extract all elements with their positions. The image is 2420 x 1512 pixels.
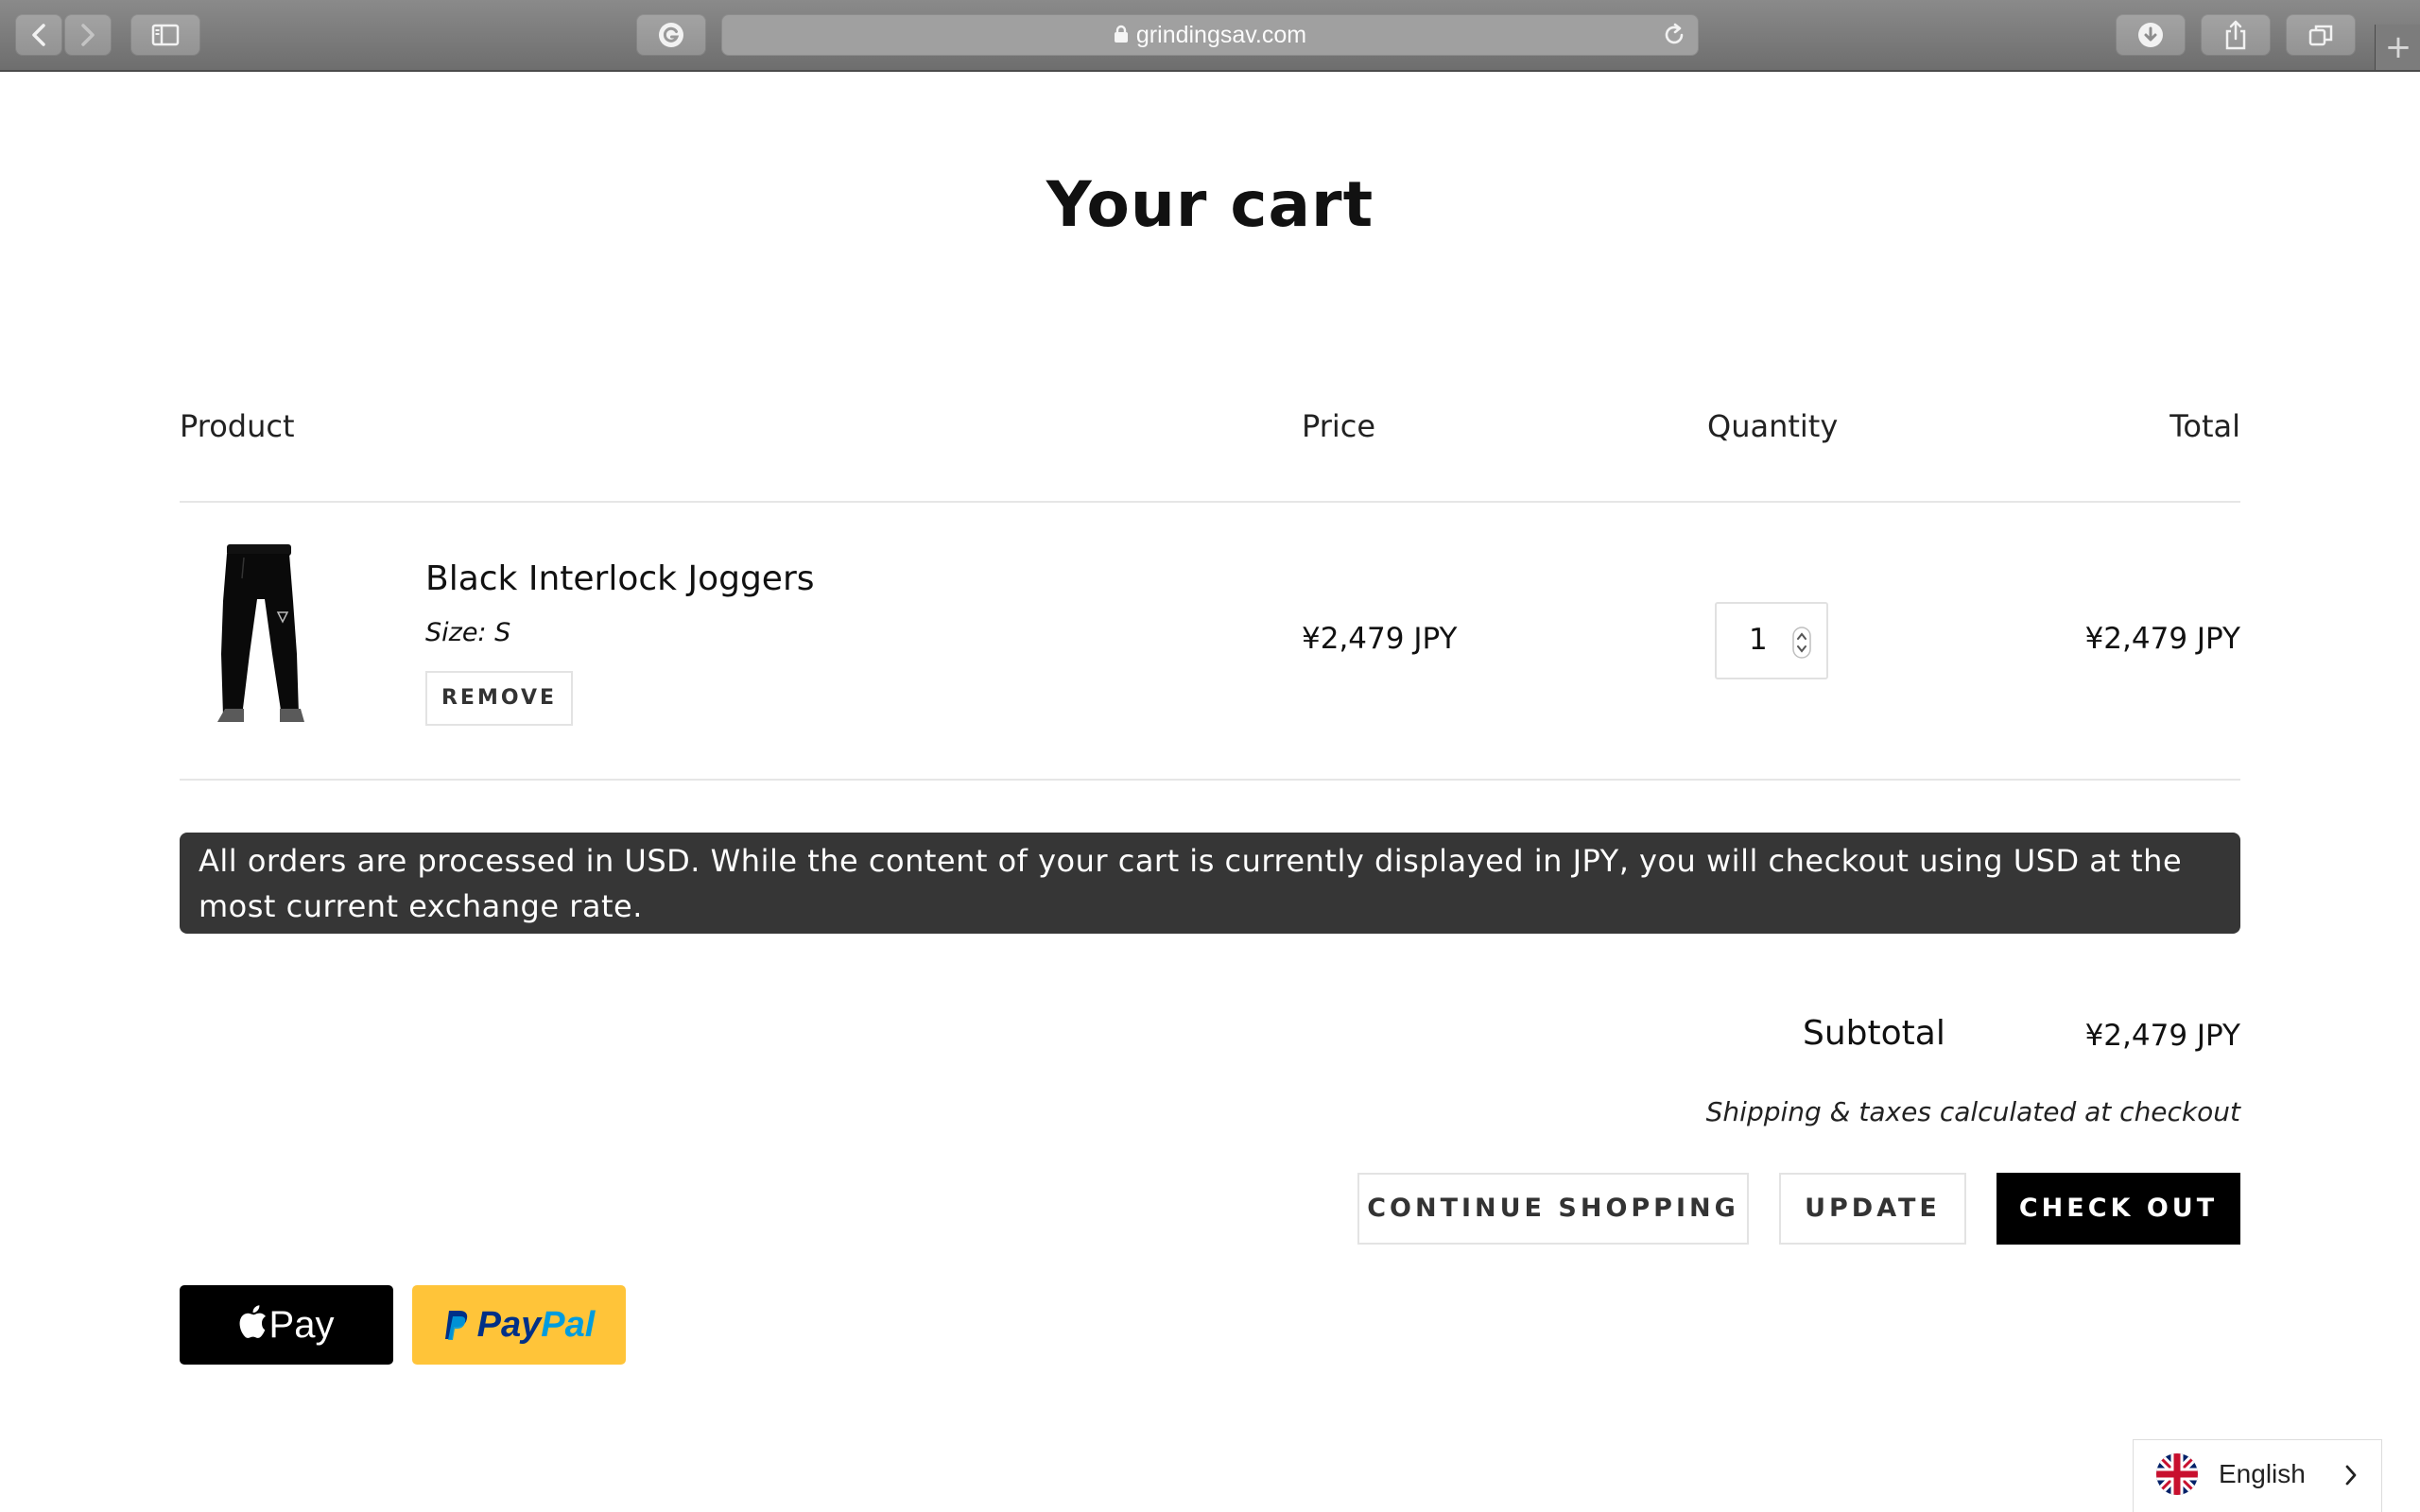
chevron-left-icon — [32, 24, 45, 46]
apple-pay-button[interactable]: Pay — [180, 1285, 393, 1365]
reload-icon[interactable] — [1661, 22, 1687, 48]
lock-icon — [1114, 25, 1128, 43]
column-header-total: Total — [2169, 408, 2240, 444]
paypal-logo-icon — [444, 1311, 467, 1340]
share-icon — [2225, 20, 2246, 50]
paypal-word-pay: Pay — [476, 1304, 542, 1345]
language-label: English — [2219, 1459, 2306, 1488]
quantity-value[interactable]: 1 — [1749, 623, 1768, 657]
item-total: ¥2,479 JPY — [2084, 622, 2240, 656]
column-header-price: Price — [1302, 408, 1376, 444]
back-button[interactable] — [15, 14, 62, 56]
grammarly-extension-button[interactable] — [636, 14, 706, 56]
subtotal-label: Subtotal — [1803, 1014, 1945, 1053]
language-selector[interactable]: English — [2133, 1439, 2382, 1512]
update-button[interactable]: UPDATE — [1779, 1173, 1966, 1245]
chevron-right-icon — [81, 24, 95, 46]
paypal-word-pal: Pal — [541, 1304, 596, 1345]
item-price: ¥2,479 JPY — [1302, 622, 1458, 656]
page-title: Your cart — [1046, 168, 1374, 241]
url-text: grindingsav.com — [1135, 22, 1307, 48]
paypal-wordmark: PayPal — [477, 1305, 596, 1346]
quantity-stepper[interactable]: 1 — [1715, 602, 1828, 679]
sidebar-icon — [151, 24, 180, 46]
currency-notice: All orders are processed in USD. While t… — [180, 833, 2240, 934]
uk-flag-icon — [2156, 1453, 2198, 1495]
product-name-link[interactable]: Black Interlock Joggers — [425, 559, 815, 598]
downloads-button[interactable] — [2116, 14, 2186, 56]
checkout-button[interactable]: CHECK OUT — [1996, 1173, 2240, 1245]
apple-pay-label: Pay — [268, 1303, 335, 1346]
sidebar-toggle-button[interactable] — [130, 14, 200, 56]
plus-icon: + — [2384, 28, 2412, 66]
table-divider-top — [180, 501, 2240, 503]
column-header-product: Product — [180, 408, 295, 444]
download-icon — [2138, 23, 2163, 47]
tabs-overview-button[interactable] — [2286, 14, 2356, 56]
shipping-note: Shipping & taxes calculated at checkout — [1705, 1096, 2240, 1127]
share-button[interactable] — [2201, 14, 2271, 56]
tabs-icon — [2308, 25, 2333, 46]
table-divider-bottom — [180, 779, 2240, 781]
product-size: Size: S — [425, 618, 511, 647]
new-tab-button[interactable]: + — [2375, 25, 2420, 70]
continue-shopping-button[interactable]: CONTINUE SHOPPING — [1357, 1173, 1749, 1245]
remove-item-button[interactable]: REMOVE — [425, 671, 573, 726]
paypal-button[interactable]: PayPal — [412, 1285, 626, 1365]
chevron-right-icon — [2345, 1465, 2357, 1486]
browser-toolbar: grindingsav.com + — [0, 0, 2420, 72]
url-display[interactable]: grindingsav.com — [721, 14, 1699, 56]
column-header-quantity: Quantity — [1707, 408, 1839, 444]
apple-logo-icon — [239, 1305, 266, 1338]
joggers-product-image[interactable] — [206, 541, 308, 726]
grammarly-icon — [659, 23, 683, 47]
subtotal-value: ¥2,479 JPY — [2084, 1019, 2240, 1053]
stepper-arrows-icon[interactable] — [1792, 627, 1811, 659]
address-bar[interactable]: grindingsav.com — [721, 14, 1699, 56]
forward-button[interactable] — [64, 14, 112, 56]
